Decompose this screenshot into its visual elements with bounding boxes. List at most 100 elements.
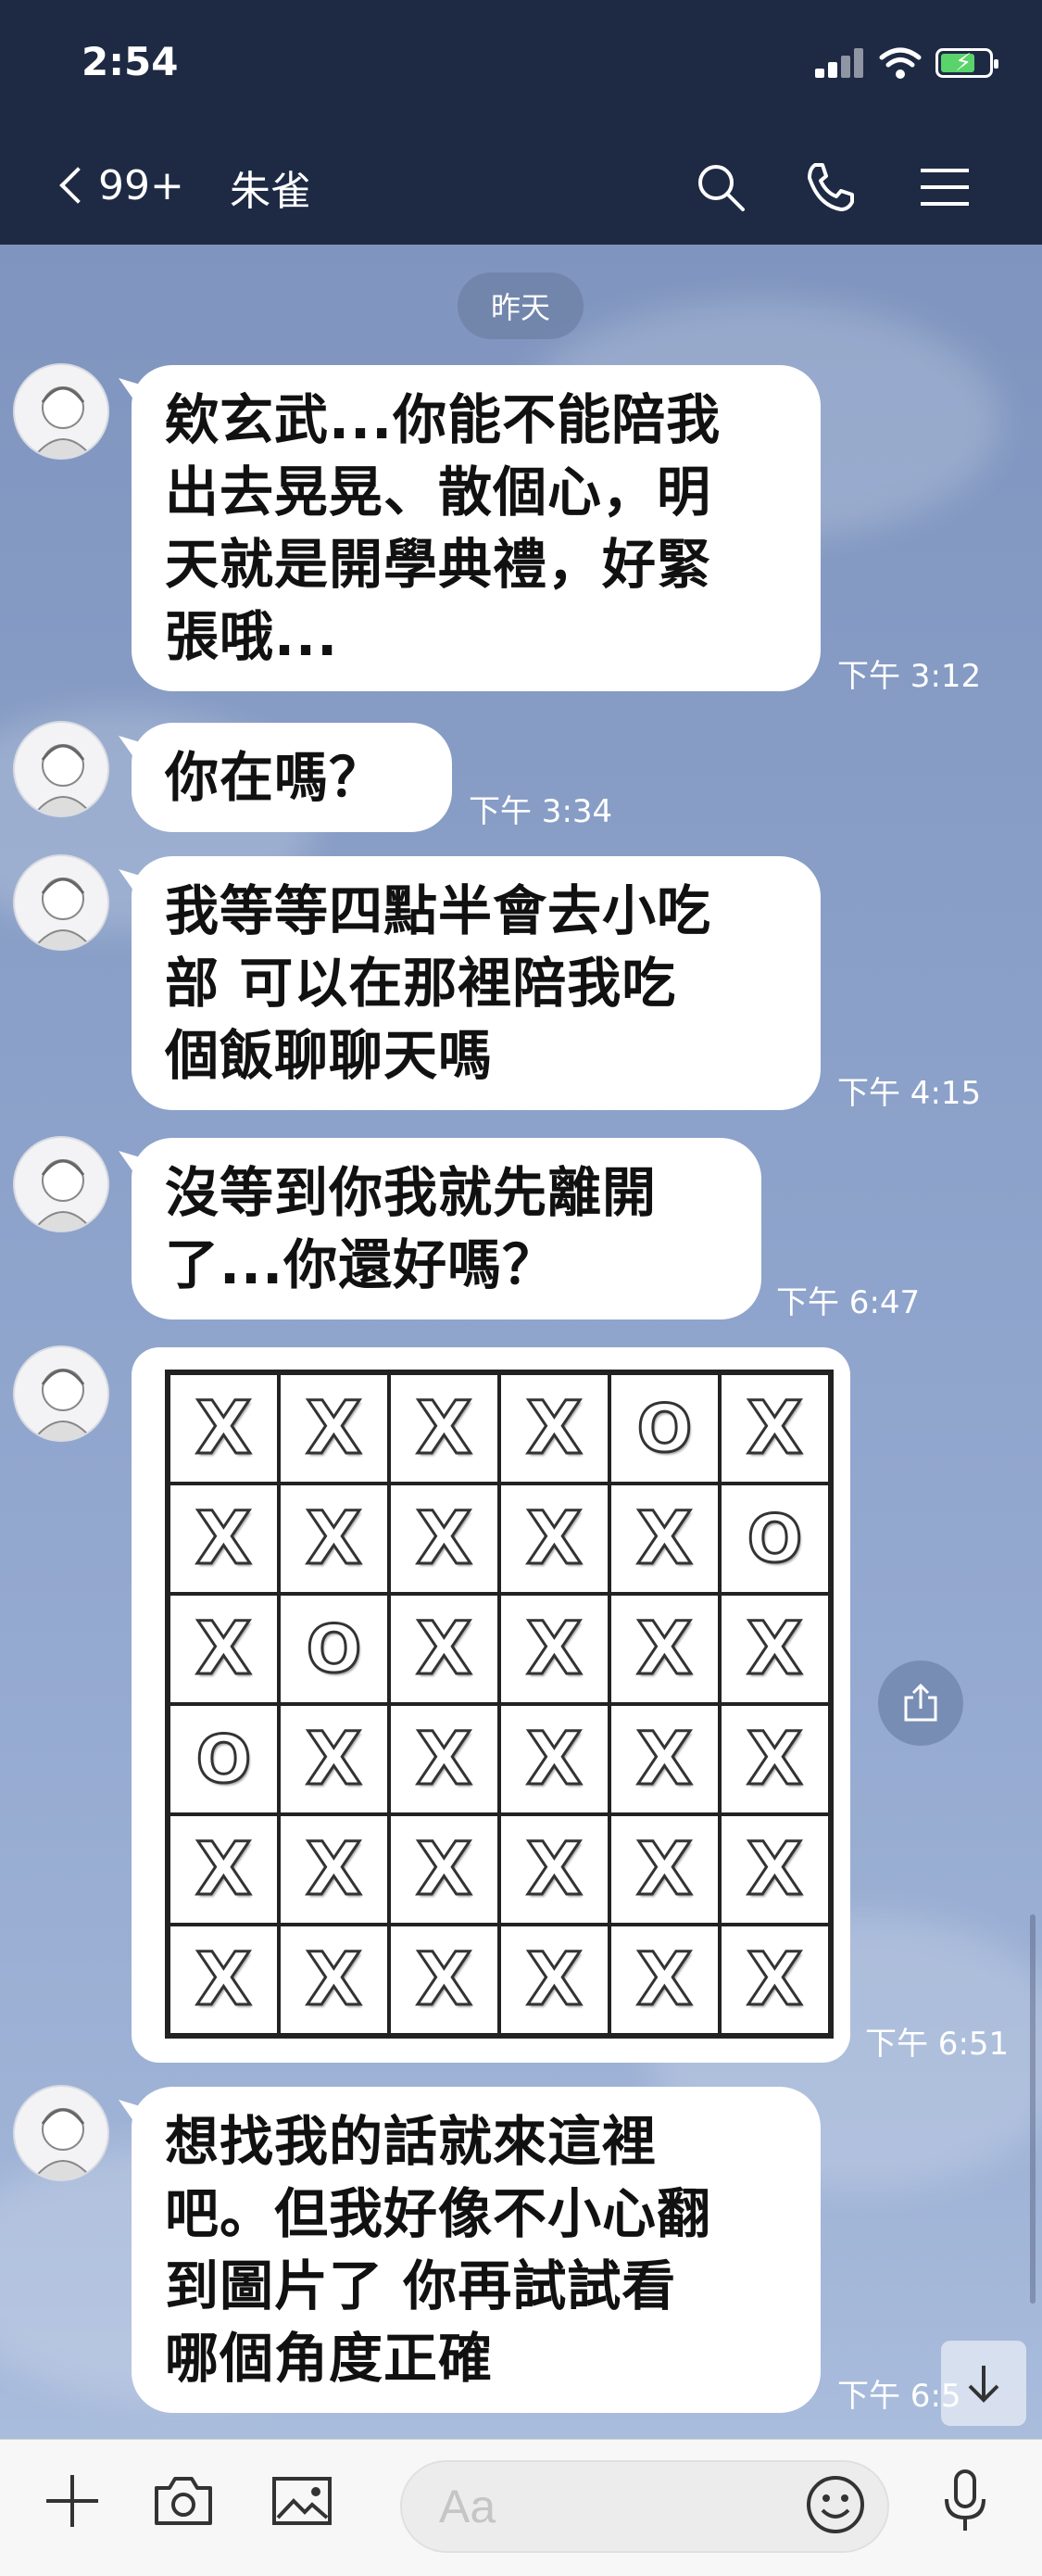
cross-mark: X [279, 1484, 389, 1594]
message-line: 到圖片了 你再試試看 [165, 2254, 677, 2317]
cross-mark: X [499, 1484, 609, 1594]
message-time: 下午 3:34 [469, 793, 613, 830]
date-divider: 昨天 [458, 272, 584, 339]
message-bubble[interactable]: 欸玄武...你能不能陪我 出去晃晃、散個心，明 天就是開學典禮，好緊 張哦... [132, 365, 821, 691]
message-line: 欸玄武...你能不能陪我 [165, 388, 722, 451]
status-time: 2:54 [82, 39, 179, 84]
image-message-time: 下午 6:51 [865, 2026, 1010, 2063]
ox-grid-image: XXXXOXXXXXXOXOXXXXOXXXXXXXXXXXXXXXXX [165, 1370, 834, 2039]
message-line: 哪個角度正確 [165, 2327, 494, 2390]
search-button[interactable] [685, 152, 756, 222]
message-line: 張哦... [165, 605, 339, 668]
cross-mark: X [389, 1373, 499, 1484]
cross-mark: X [389, 1484, 499, 1594]
menu-icon [921, 169, 969, 206]
voice-button[interactable] [928, 2464, 1002, 2538]
cross-mark: X [169, 1925, 279, 2035]
message-line: 個飯聊聊天嗎 [165, 1024, 494, 1087]
cross-mark: X [499, 1925, 609, 2035]
call-button[interactable] [795, 152, 865, 222]
image-message[interactable]: XXXXOXXXXXXOXOXXXXOXXXXXXXXXXXXXXXXX [132, 1347, 850, 2063]
circle-mark: O [169, 1704, 279, 1814]
search-icon [698, 165, 745, 211]
message-time: 下午 4:15 [837, 1075, 982, 1112]
scrollbar[interactable] [1030, 1914, 1036, 2304]
emoji-icon [807, 2476, 864, 2533]
camera-icon [155, 2477, 212, 2525]
circle-mark: O [279, 1594, 389, 1704]
cellular-signal-icon [815, 48, 863, 78]
back-button[interactable]: 99+ [54, 148, 193, 222]
cross-mark: X [499, 1704, 609, 1814]
avatar[interactable] [13, 1345, 109, 1442]
message-line: 沒等到你我就先離開 [165, 1161, 658, 1224]
cross-mark: X [609, 1814, 720, 1925]
share-icon [904, 1683, 937, 1722]
cross-mark: X [389, 1814, 499, 1925]
chat-title: 朱雀 [230, 168, 311, 215]
cross-mark: X [279, 1925, 389, 2035]
mic-icon [945, 2469, 986, 2531]
cross-mark: X [609, 1594, 720, 1704]
message-line: 想找我的話就來這裡 [165, 2110, 658, 2173]
phone-icon [808, 163, 854, 211]
message-bubble[interactable]: 我等等四點半會去小吃 部 可以在那裡陪我吃 個飯聊聊天嗎 [132, 856, 821, 1110]
message-bubble[interactable]: 你在嗎？ [132, 723, 452, 832]
cross-mark: X [609, 1925, 720, 2035]
cross-mark: X [499, 1594, 609, 1704]
message-line: 出去晃晃、散個心，明 [165, 461, 712, 524]
avatar[interactable] [13, 721, 109, 817]
wifi-icon [879, 47, 922, 79]
message-line: 天就是開學典禮，好緊 [165, 533, 712, 596]
cross-mark: X [720, 1925, 830, 2035]
cross-mark: X [609, 1484, 720, 1594]
cross-mark: X [169, 1484, 279, 1594]
cross-mark: X [720, 1373, 830, 1484]
status-bar: 2:54 ⚡ [0, 0, 1042, 130]
message-bubble[interactable]: 想找我的話就來這裡 吧。但我好像不小心翻 到圖片了 你再試試看 哪個角度正確 [132, 2087, 821, 2413]
cross-mark: X [499, 1373, 609, 1484]
cross-mark: X [389, 1925, 499, 2035]
arrow-down-icon [968, 2366, 999, 2403]
cross-mark: X [169, 1373, 279, 1484]
image-icon [272, 2477, 332, 2525]
cross-mark: X [720, 1704, 830, 1814]
message-time: 下午 3:12 [837, 658, 982, 695]
cross-mark: X [279, 1704, 389, 1814]
cross-mark: X [499, 1814, 609, 1925]
cross-mark: X [389, 1594, 499, 1704]
cross-mark: X [279, 1373, 389, 1484]
circle-mark: O [720, 1484, 830, 1594]
avatar[interactable] [13, 1136, 109, 1232]
menu-button[interactable] [910, 152, 980, 222]
message-bubble[interactable]: 沒等到你我就先離開 了...你還好嗎？ [132, 1138, 761, 1320]
unread-count: 99+ [98, 161, 184, 209]
message-input-bar: Aa [0, 2439, 1042, 2576]
cross-mark: X [279, 1814, 389, 1925]
cross-mark: X [169, 1814, 279, 1925]
message-line: 我等等四點半會去小吃 [165, 879, 712, 942]
message-line: 吧。但我好像不小心翻 [165, 2182, 712, 2245]
cross-mark: X [609, 1704, 720, 1814]
camera-button[interactable] [146, 2464, 220, 2538]
plus-icon [46, 2475, 98, 2527]
image-button[interactable] [265, 2464, 339, 2538]
cross-mark: X [389, 1704, 499, 1814]
avatar[interactable] [13, 363, 109, 460]
circle-mark: O [609, 1373, 720, 1484]
message-line: 了...你還好嗎？ [165, 1233, 558, 1296]
share-button[interactable] [878, 1661, 963, 1746]
avatar[interactable] [13, 2085, 109, 2181]
cross-mark: X [720, 1814, 830, 1925]
scroll-to-bottom-button[interactable] [941, 2341, 1026, 2426]
cross-mark: X [169, 1594, 279, 1704]
emoji-button[interactable] [798, 2468, 873, 2542]
battery-icon: ⚡ [935, 48, 998, 78]
cross-mark: X [720, 1594, 830, 1704]
message-time: 下午 6:47 [776, 1284, 921, 1321]
message-line: 部 可以在那裡陪我吃 [165, 952, 677, 1015]
back-chevron-icon [59, 167, 96, 204]
avatar[interactable] [13, 854, 109, 951]
message-line: 你在嗎？ [165, 746, 384, 809]
add-button[interactable] [35, 2464, 109, 2538]
